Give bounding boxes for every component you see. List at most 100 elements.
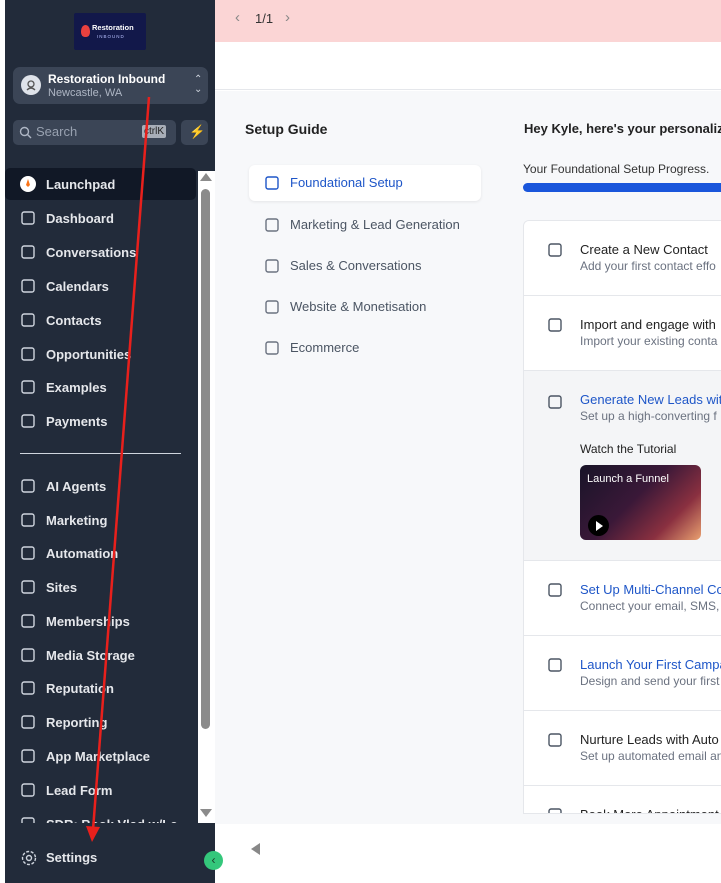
progress-bar — [523, 183, 721, 192]
sidebar-item-calendars[interactable]: Calendars — [5, 270, 196, 302]
shortcut-badge: ctrlK — [142, 125, 166, 138]
apps-grid-icon — [19, 747, 37, 765]
user-plus-icon — [546, 241, 564, 259]
sidebar-item-label: Launchpad — [46, 177, 116, 192]
top-bar — [215, 42, 721, 90]
sidebar-item-opportunities[interactable]: Opportunities — [5, 338, 196, 370]
task-card[interactable]: Set Up Multi-Channel Co Connect your emai… — [524, 561, 721, 636]
sidebar-item-lead-form[interactable]: Lead Form — [5, 774, 196, 806]
sidebar-item-label: SDR: Book Vlad w/Le — [46, 817, 177, 823]
sidebar-item-conversations[interactable]: Conversations — [5, 236, 196, 268]
chat-bubble-icon — [19, 243, 37, 261]
quick-actions-button[interactable]: ⚡ — [181, 120, 208, 145]
sidebar-item-memberships[interactable]: Memberships — [5, 605, 196, 637]
guide-item-sales-conversations[interactable]: Sales & Conversations — [249, 248, 481, 284]
sidebar-item-ai-agents[interactable]: AI Agents — [5, 470, 196, 502]
sidebar-item-app-marketplace[interactable]: App Marketplace — [5, 740, 196, 772]
sidebar-item-sdr-book-vlad-w-le[interactable]: SDR: Book Vlad w/Le — [5, 808, 196, 823]
task-card[interactable]: Generate New Leads wit Set up a high-conv… — [524, 371, 721, 561]
chevron-left-icon: ‹ — [211, 853, 216, 867]
network-icon — [19, 345, 37, 363]
image-icon — [19, 646, 37, 664]
task-card[interactable]: Book More Appointment — [524, 786, 721, 813]
sidebar-item-automation[interactable]: Automation — [5, 537, 196, 569]
award-icon — [19, 612, 37, 630]
receipt-icon — [19, 412, 37, 430]
task-card-title: Book More Appointment — [580, 807, 719, 813]
globe-window-icon — [19, 578, 37, 596]
account-switcher[interactable]: Restoration Inbound Newcastle, WA ⌃ ⌄ — [13, 67, 208, 104]
banner-pager: 1/1 — [255, 11, 274, 26]
scroll-up-icon[interactable] — [200, 173, 212, 181]
window-edge — [0, 0, 5, 883]
task-cards: Create a New Contact Add your first conta… — [523, 220, 721, 814]
sidebar-item-launchpad[interactable]: Launchpad — [5, 168, 196, 200]
gear-icon — [21, 850, 37, 866]
scroll-down-icon[interactable] — [200, 809, 212, 817]
task-card[interactable]: Nurture Leads with Auto Set up automated … — [524, 711, 721, 786]
search-placeholder: Search — [36, 124, 78, 139]
globe-icon — [263, 298, 281, 316]
calendar-icon — [19, 815, 37, 823]
sidebar-item-examples[interactable]: Examples — [5, 371, 196, 403]
sidebar-item-label: Marketing — [46, 513, 108, 528]
sidebar-item-sites[interactable]: Sites — [5, 571, 196, 603]
scrollbar-thumb[interactable] — [201, 189, 210, 729]
sidebar-item-media-storage[interactable]: Media Storage — [5, 639, 196, 671]
account-name: Restoration Inbound — [48, 72, 166, 86]
panel-toggle-icon[interactable] — [251, 843, 260, 855]
sidebar-item-marketing[interactable]: Marketing — [5, 504, 196, 536]
sidebar-item-label: Opportunities — [46, 347, 132, 362]
sidebar-item-reputation[interactable]: Reputation — [5, 672, 196, 704]
chat-icon — [546, 581, 564, 599]
sidebar-item-label: Sites — [46, 580, 78, 595]
guide-item-ecommerce[interactable]: Ecommerce — [249, 330, 481, 366]
task-card[interactable]: Launch Your First Campa Design and send y… — [524, 636, 721, 711]
cart-icon — [263, 339, 281, 357]
sun-gear-icon — [263, 174, 281, 192]
brand-logo[interactable]: Restoration INBOUND — [74, 13, 146, 50]
greeting-heading: Hey Kyle, here's your personaliz — [524, 121, 721, 136]
location-pin-icon — [21, 75, 41, 95]
task-card[interactable]: Create a New Contact Add your first conta… — [524, 221, 721, 296]
funnel-icon — [546, 393, 564, 411]
chart-circle-icon — [263, 257, 281, 275]
guide-item-foundational-setup[interactable]: Foundational Setup — [249, 165, 481, 201]
tutorial-video[interactable]: Launch a Funnel — [580, 465, 701, 540]
guide-item-website-monetisation[interactable]: Website & Monetisation — [249, 289, 481, 325]
sidebar-item-label: Calendars — [46, 279, 109, 294]
chevron-left-icon[interactable]: ‹ — [235, 9, 240, 26]
sidebar-item-label: Payments — [46, 414, 108, 429]
funnel-icon — [19, 781, 37, 799]
rocket-icon — [19, 175, 37, 193]
chevron-right-icon[interactable]: › — [285, 9, 290, 26]
sidebar-item-settings[interactable]: Settings — [5, 843, 195, 873]
task-card[interactable]: Import and engage with Import your existi… — [524, 296, 721, 371]
sidebar-item-label: Dashboard — [46, 211, 114, 226]
search-icon — [19, 126, 32, 139]
megaphone-icon — [546, 731, 564, 749]
play-icon[interactable] — [588, 515, 609, 536]
sidebar-item-payments[interactable]: Payments — [5, 405, 196, 437]
sidebar-scrollbar[interactable] — [198, 171, 215, 823]
task-card-title[interactable]: Launch Your First Campa — [580, 657, 721, 672]
sidebar-item-dashboard[interactable]: Dashboard — [5, 202, 196, 234]
task-card-description: Design and send your first — [580, 674, 720, 688]
automation-icon — [19, 544, 37, 562]
sidebar-item-reporting[interactable]: Reporting — [5, 706, 196, 738]
sidebar-item-label: Media Storage — [46, 648, 135, 663]
guide-item-marketing-lead-generation[interactable]: Marketing & Lead Generation — [249, 207, 481, 243]
sidebar-item-label: AI Agents — [46, 479, 107, 494]
task-card-title[interactable]: Set Up Multi-Channel Co — [580, 582, 721, 597]
task-card-description: Connect your email, SMS, a — [580, 599, 721, 613]
task-card-title[interactable]: Generate New Leads wit — [580, 392, 721, 407]
sidebar-item-label: App Marketplace — [46, 749, 151, 764]
contact-book-icon — [19, 311, 37, 329]
progress-label: Your Foundational Setup Progress. — [523, 162, 710, 176]
calendar-icon — [19, 277, 37, 295]
paper-plane-icon — [19, 511, 37, 529]
sidebar-item-label: Examples — [46, 380, 107, 395]
search-input[interactable]: Search ctrlK — [13, 120, 176, 145]
collapse-sidebar-button[interactable]: ‹ — [204, 851, 223, 870]
sidebar-item-contacts[interactable]: Contacts — [5, 304, 196, 336]
